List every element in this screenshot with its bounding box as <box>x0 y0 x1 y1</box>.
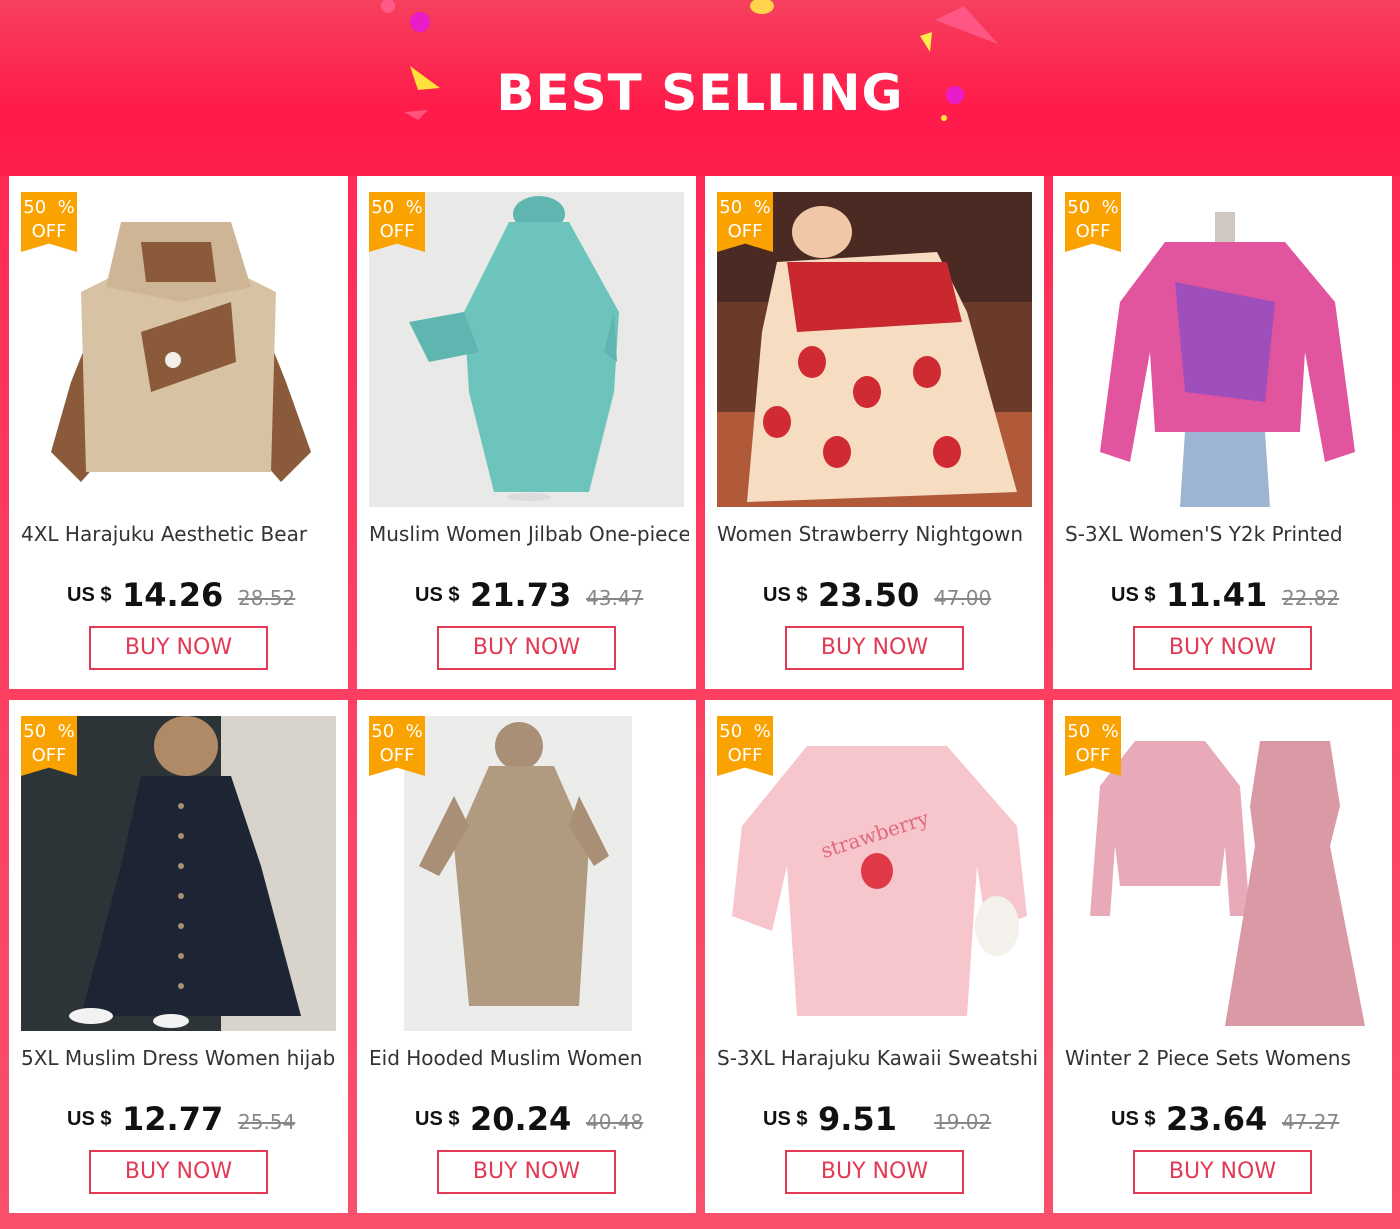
product-card[interactable]: 50 % OFF Winter 2 Piece Sets Womens US $… <box>1053 700 1392 1213</box>
original-price: 40.48 <box>586 1110 644 1134</box>
currency-label: US $ <box>67 1108 112 1130</box>
discount-percent: 50 % <box>719 721 771 742</box>
discount-badge: 50 % OFF <box>717 192 773 252</box>
discount-badge: 50 % OFF <box>21 192 77 252</box>
discount-badge: 50 % OFF <box>21 716 77 776</box>
product-title[interactable]: 5XL Muslim Dress Women hijab <box>21 1046 341 1070</box>
product-card[interactable]: 50 % OFF Muslim Women Jilbab One-piece U… <box>357 176 696 689</box>
original-price: 22.82 <box>1282 586 1340 610</box>
sale-price: 23.50 <box>818 576 920 614</box>
sale-price: 12.77 <box>122 1100 224 1138</box>
product-title[interactable]: Winter 2 Piece Sets Womens <box>1065 1046 1385 1070</box>
sale-price: 9.51 <box>818 1100 897 1138</box>
price-row: US $ 14.26 28.52 <box>9 576 348 616</box>
sale-price: 11.41 <box>1166 576 1268 614</box>
product-title[interactable]: S-3XL Women'S Y2k Printed <box>1065 522 1385 546</box>
buy-now-button[interactable]: BUY NOW <box>89 626 268 670</box>
original-price: 25.54 <box>238 1110 296 1134</box>
sale-price: 23.64 <box>1166 1100 1268 1138</box>
original-price: 43.47 <box>586 586 644 610</box>
discount-percent: 50 % <box>1067 197 1119 218</box>
product-title[interactable]: Muslim Women Jilbab One-piece <box>369 522 689 546</box>
currency-label: US $ <box>415 584 460 606</box>
sale-price: 14.26 <box>122 576 224 614</box>
original-price: 19.02 <box>934 1110 992 1134</box>
discount-percent: 50 % <box>1067 721 1119 742</box>
discount-off-label: OFF <box>727 745 763 766</box>
product-title[interactable]: S-3XL Harajuku Kawaii Sweatshirt <box>717 1046 1037 1070</box>
original-price: 47.27 <box>1282 1110 1340 1134</box>
currency-label: US $ <box>763 584 808 606</box>
page-title: BEST SELLING <box>496 64 904 122</box>
discount-percent: 50 % <box>371 721 423 742</box>
product-card[interactable]: 50 % OFF Women Strawberry Nightgown US $… <box>705 176 1044 689</box>
discount-badge: 50 % OFF <box>1065 192 1121 252</box>
discount-off-label: OFF <box>1075 745 1111 766</box>
price-row: US $ 11.41 22.82 <box>1053 576 1392 616</box>
original-price: 47.00 <box>934 586 992 610</box>
buy-now-button[interactable]: BUY NOW <box>1133 626 1312 670</box>
price-row: US $ 23.64 47.27 <box>1053 1100 1392 1140</box>
product-card[interactable]: 50 % OFF 5XL Muslim Dress Women hijab US… <box>9 700 348 1213</box>
product-card[interactable]: strawberry 50 % OFF S-3XL Harajuku Kawai… <box>705 700 1044 1213</box>
product-title[interactable]: 4XL Harajuku Aesthetic Bear <box>21 522 341 546</box>
currency-label: US $ <box>67 584 112 606</box>
price-row: US $ 23.50 47.00 <box>705 576 1044 616</box>
price-row: US $ 20.24 40.48 <box>357 1100 696 1140</box>
sale-price: 21.73 <box>470 576 572 614</box>
product-card[interactable]: 50 % OFF S-3XL Women'S Y2k Printed US $ … <box>1053 176 1392 689</box>
discount-badge: 50 % OFF <box>717 716 773 776</box>
currency-label: US $ <box>763 1108 808 1130</box>
buy-now-button[interactable]: BUY NOW <box>785 626 964 670</box>
product-title[interactable]: Eid Hooded Muslim Women <box>369 1046 689 1070</box>
discount-off-label: OFF <box>31 745 67 766</box>
buy-now-button[interactable]: BUY NOW <box>437 1150 616 1194</box>
buy-now-button[interactable]: BUY NOW <box>1133 1150 1312 1194</box>
product-card[interactable]: 50 % OFF Eid Hooded Muslim Women US $ 20… <box>357 700 696 1213</box>
discount-off-label: OFF <box>379 221 415 242</box>
discount-percent: 50 % <box>719 197 771 218</box>
price-row: US $ 21.73 43.47 <box>357 576 696 616</box>
discount-percent: 50 % <box>371 197 423 218</box>
price-row: US $ 12.77 25.54 <box>9 1100 348 1140</box>
currency-label: US $ <box>1111 1108 1156 1130</box>
sale-price: 20.24 <box>470 1100 572 1138</box>
buy-now-button[interactable]: BUY NOW <box>437 626 616 670</box>
product-title[interactable]: Women Strawberry Nightgown <box>717 522 1037 546</box>
best-selling-banner: BEST SELLING <box>0 0 1400 176</box>
discount-off-label: OFF <box>1075 221 1111 242</box>
discount-off-label: OFF <box>727 221 763 242</box>
original-price: 28.52 <box>238 586 296 610</box>
currency-label: US $ <box>415 1108 460 1130</box>
product-card[interactable]: 50 % OFF 4XL Harajuku Aesthetic Bear US … <box>9 176 348 689</box>
discount-percent: 50 % <box>23 721 75 742</box>
discount-percent: 50 % <box>23 197 75 218</box>
currency-label: US $ <box>1111 584 1156 606</box>
discount-badge: 50 % OFF <box>369 716 425 776</box>
discount-off-label: OFF <box>31 221 67 242</box>
discount-off-label: OFF <box>379 745 415 766</box>
buy-now-button[interactable]: BUY NOW <box>89 1150 268 1194</box>
discount-badge: 50 % OFF <box>369 192 425 252</box>
buy-now-button[interactable]: BUY NOW <box>785 1150 964 1194</box>
price-row: US $ 9.51 19.02 <box>705 1100 1044 1140</box>
discount-badge: 50 % OFF <box>1065 716 1121 776</box>
